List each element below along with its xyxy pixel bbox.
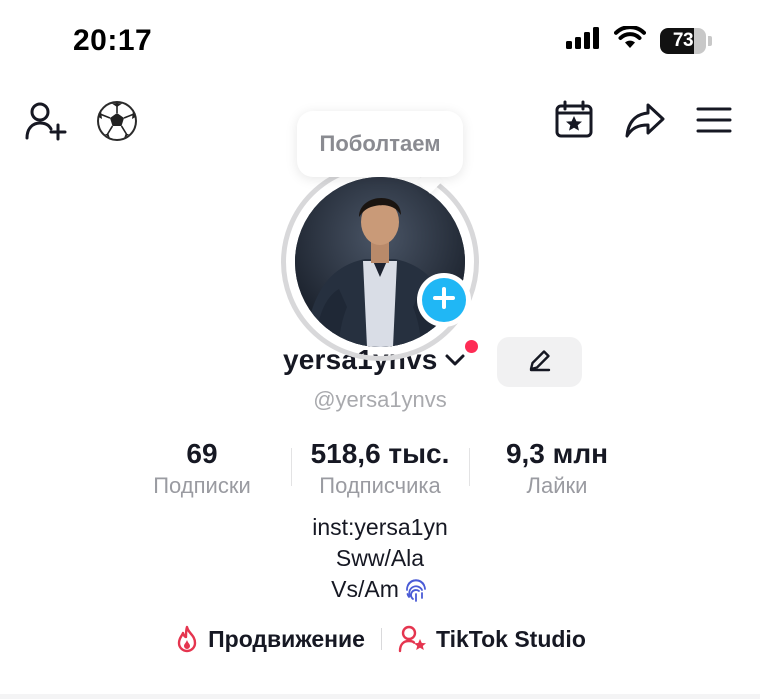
add-friend-button[interactable] bbox=[24, 101, 68, 146]
soccer-ball-button[interactable] bbox=[96, 100, 138, 147]
top-nav-right bbox=[554, 100, 732, 145]
notification-dot bbox=[465, 340, 478, 353]
promote-label: Продвижение bbox=[208, 625, 365, 652]
menu-button[interactable] bbox=[696, 105, 732, 140]
creator-star-icon bbox=[398, 625, 428, 653]
stat-likes[interactable]: 9,3 млн Лайки bbox=[487, 437, 627, 499]
bio-line: Sww/Ala bbox=[335, 545, 425, 571]
soccer-ball-icon bbox=[96, 100, 138, 147]
chevron-down-icon bbox=[444, 353, 466, 367]
calendar-star-icon bbox=[554, 100, 594, 145]
tiktok-studio-label: TikTok Studio bbox=[435, 625, 586, 652]
menu-icon bbox=[696, 105, 732, 140]
pencil-icon bbox=[527, 347, 553, 378]
stat-followers[interactable]: 518,6 тыс. Подписчика bbox=[296, 437, 464, 499]
battery-level: 73 bbox=[672, 29, 694, 51]
battery-icon: 73 bbox=[660, 27, 706, 54]
bio: inst:yersa1yn Sww/Ala Vs/Am bbox=[0, 512, 760, 605]
stat-label: Лайки bbox=[526, 473, 588, 498]
status-bubble[interactable]: Поболтаем bbox=[297, 111, 463, 177]
bio-line-row: Vs/Am bbox=[0, 574, 760, 605]
stat-value: 518,6 тыс. bbox=[310, 438, 450, 469]
stat-value: 69 bbox=[186, 438, 218, 469]
battery-tip bbox=[708, 35, 712, 46]
stat-following[interactable]: 69 Подписки bbox=[142, 437, 262, 499]
fingerprint-icon bbox=[403, 577, 429, 603]
stat-label: Подписчика bbox=[319, 473, 441, 498]
share-button[interactable] bbox=[624, 101, 666, 144]
calendar-button[interactable] bbox=[554, 100, 594, 145]
edit-profile-button[interactable] bbox=[497, 337, 582, 387]
wifi-icon bbox=[614, 25, 646, 55]
bio-line: Vs/Am bbox=[331, 576, 399, 602]
tiktok-studio-link[interactable]: TikTok Studio bbox=[398, 625, 586, 653]
add-story-button[interactable] bbox=[417, 273, 471, 327]
promote-link[interactable]: Продвижение bbox=[174, 625, 365, 653]
add-story-circle bbox=[422, 278, 466, 322]
bio-line: inst:yersa1yn bbox=[312, 514, 448, 540]
link-divider bbox=[380, 628, 382, 650]
top-nav-left bbox=[24, 100, 138, 147]
plus-icon bbox=[432, 286, 456, 315]
signal-icon bbox=[566, 27, 600, 54]
stat-value: 9,3 млн bbox=[505, 438, 609, 469]
section-divider bbox=[0, 694, 760, 699]
share-icon bbox=[624, 101, 666, 144]
stat-divider bbox=[469, 448, 470, 486]
add-friend-icon bbox=[24, 101, 68, 146]
stat-divider bbox=[291, 448, 292, 486]
profile-shortcuts: Продвижение TikTok Studio bbox=[0, 625, 760, 653]
stat-label: Подписки bbox=[153, 473, 251, 498]
status-icons: 73 bbox=[566, 25, 712, 55]
flame-icon bbox=[174, 625, 200, 653]
status-time: 20:17 bbox=[73, 24, 153, 57]
username-handle: @yersa1ynvs bbox=[313, 387, 447, 412]
